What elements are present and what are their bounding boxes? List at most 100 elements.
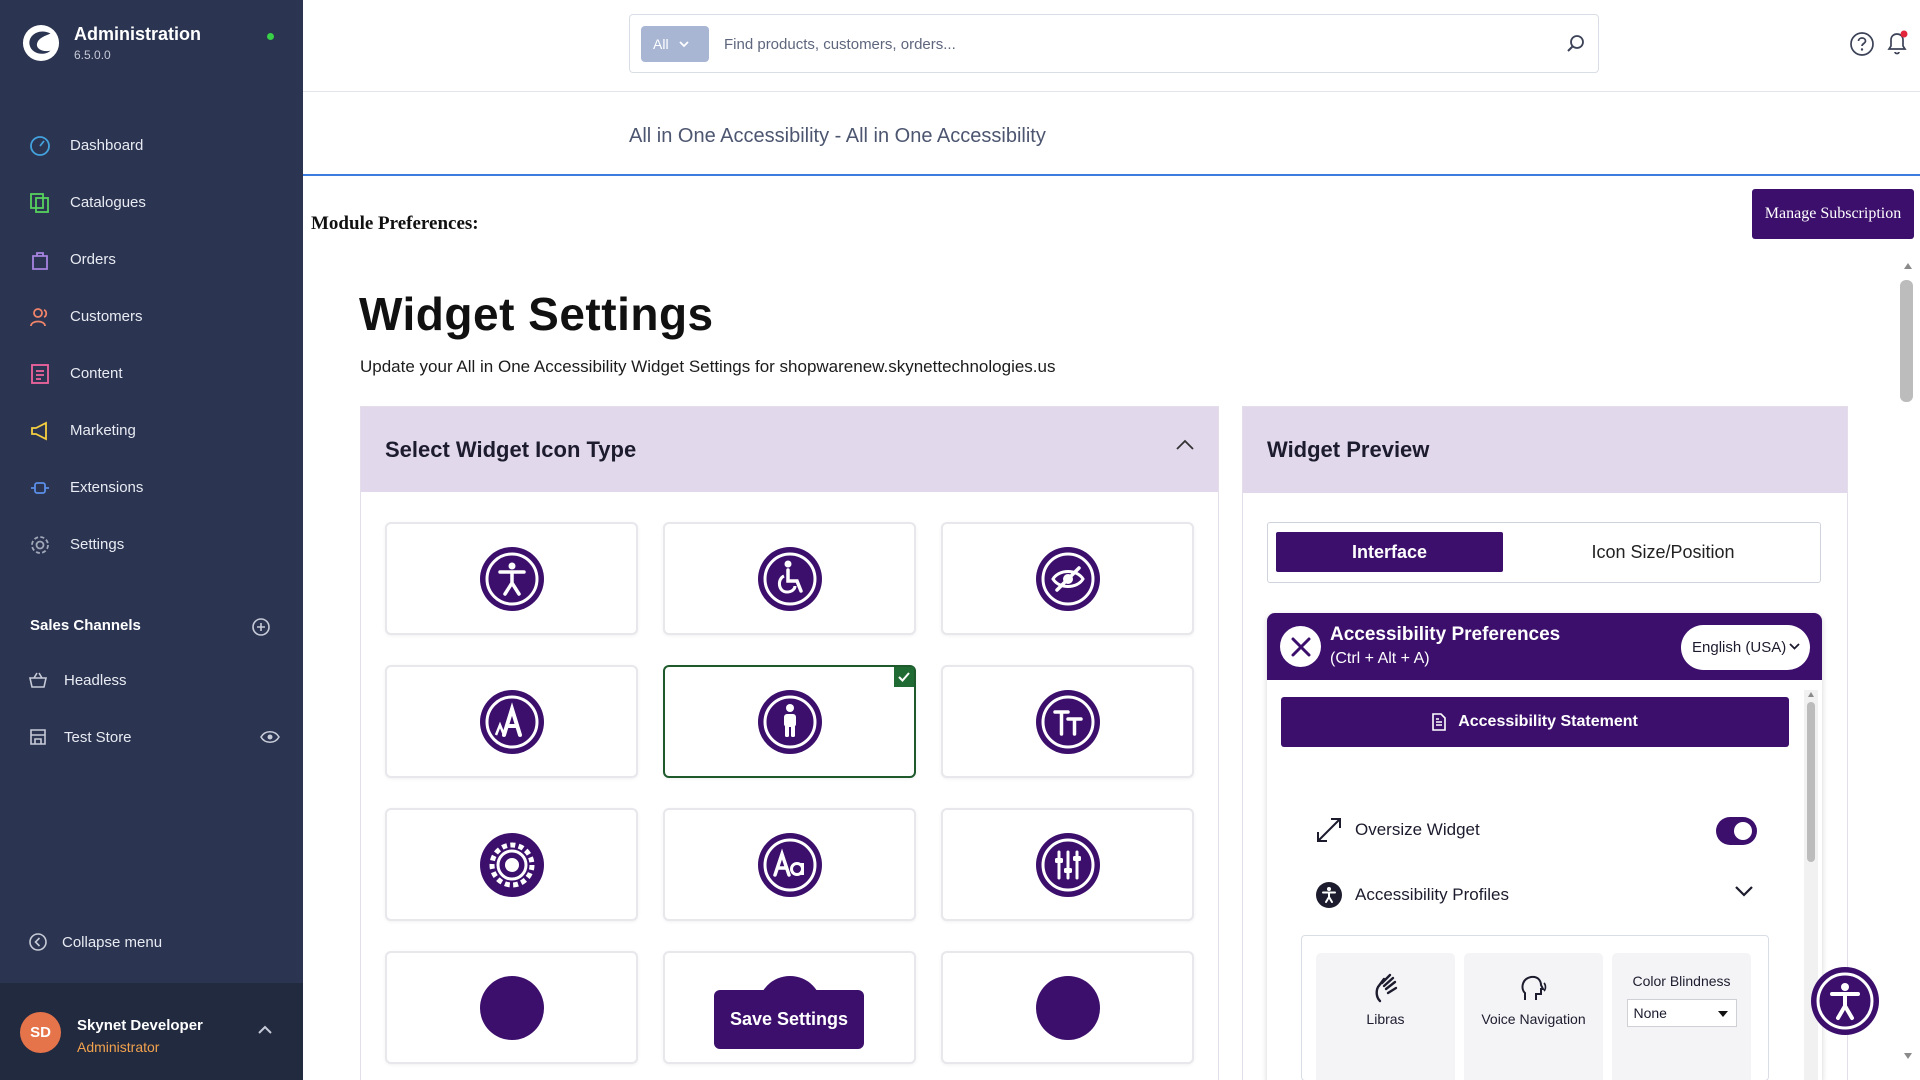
accessibility-statement-button[interactable]: Accessibility Statement <box>1281 697 1789 747</box>
color-blindness-option: Color Blindness None <box>1612 953 1751 1080</box>
nav-item-dashboard[interactable]: Dashboard <box>0 117 303 174</box>
nav-label: Customers <box>70 308 143 325</box>
search-scope-value: All <box>653 36 669 52</box>
language-select[interactable]: English (USA) <box>1681 625 1810 670</box>
preview-tabs: Interface Icon Size/Position <box>1267 522 1821 583</box>
add-sales-channel-icon[interactable] <box>251 617 271 637</box>
icon-option-selected[interactable] <box>663 665 916 778</box>
accessibility-option-icon <box>479 975 544 1040</box>
icon-option[interactable] <box>941 808 1194 921</box>
extensions-icon <box>28 476 52 500</box>
feature-voice-navigation[interactable]: Voice Navigation <box>1464 953 1603 1080</box>
voice-head-icon <box>1521 975 1546 1000</box>
catalogue-icon <box>28 191 52 215</box>
icon-option[interactable] <box>663 808 916 921</box>
icon-option[interactable] <box>385 665 638 778</box>
gear-eye-icon <box>479 832 544 897</box>
sales-channels-heading: Sales Channels <box>30 617 141 634</box>
icon-option[interactable] <box>385 951 638 1064</box>
search-scope-select[interactable]: All <box>641 26 709 62</box>
collapse-menu[interactable]: Collapse menu <box>28 932 162 952</box>
eye-slash-icon <box>1035 546 1100 611</box>
nav-item-content[interactable]: Content <box>0 345 303 402</box>
widget-shortcut: (Ctrl + Alt + A) <box>1330 650 1430 667</box>
accessibility-person-icon <box>479 546 544 611</box>
widget-options-card-inner: Oversize Widget Accessibility Profiles L… <box>1281 780 1789 1080</box>
text-size-icon <box>1035 689 1100 754</box>
accessibility-widget-preview: Accessibility Preferences (Ctrl + Alt + … <box>1267 613 1822 1080</box>
accessibility-profiles-row[interactable]: Accessibility Profiles <box>1315 881 1765 909</box>
user-role: Administrator <box>77 1039 160 1055</box>
help-icon[interactable] <box>1849 31 1875 57</box>
nav-item-orders[interactable]: Orders <box>0 231 303 288</box>
settings-icon <box>28 533 52 557</box>
dashboard-icon <box>28 134 52 158</box>
nav-item-customers[interactable]: Customers <box>0 288 303 345</box>
widget-preview-panel: Widget Preview Interface Icon Size/Posit… <box>1242 406 1848 1080</box>
toggle-knob <box>1734 822 1752 840</box>
shopware-logo-icon <box>22 24 60 62</box>
chevron-up-icon <box>258 1025 272 1034</box>
search-input[interactable] <box>724 26 1544 62</box>
letter-a-icon <box>479 689 544 754</box>
sales-channel-test-store[interactable]: Test Store <box>28 727 280 747</box>
oversize-widget-toggle[interactable] <box>1716 817 1757 845</box>
icon-option[interactable] <box>941 951 1194 1064</box>
feature-libras[interactable]: Libras <box>1316 953 1455 1080</box>
floating-accessibility-button-icon[interactable] <box>1810 966 1880 1036</box>
content-scrollbar-thumb[interactable] <box>1900 280 1913 402</box>
tab-icon-size-position[interactable]: Icon Size/Position <box>1512 532 1814 572</box>
standing-person-icon <box>757 689 822 754</box>
feature-label: Libras <box>1366 1011 1405 1027</box>
nav-label: Catalogues <box>70 194 146 211</box>
nav-item-marketing[interactable]: Marketing <box>0 402 303 459</box>
accessibility-statement-label: Accessibility Statement <box>1458 713 1638 730</box>
notifications-bell-icon[interactable] <box>1884 29 1910 57</box>
sign-language-icon <box>1374 973 1397 1003</box>
global-search: All <box>629 14 1599 73</box>
nav-item-catalogues[interactable]: Catalogues <box>0 174 303 231</box>
customers-icon <box>28 305 52 329</box>
feature-options-box: Libras Voice Navigation Color Blindness … <box>1301 935 1769 1080</box>
icon-option[interactable] <box>941 665 1194 778</box>
widget-header: Accessibility Preferences (Ctrl + Alt + … <box>1267 613 1822 680</box>
widget-close-button[interactable] <box>1280 626 1321 667</box>
sales-channel-headless[interactable]: Headless <box>28 670 278 690</box>
scroll-down-icon[interactable] <box>1904 1053 1912 1059</box>
widget-options-card: Oversize Widget Accessibility Profiles L… <box>1281 780 1789 1080</box>
accessibility-option-icon <box>1035 975 1100 1040</box>
avatar: SD <box>20 1012 61 1053</box>
user-menu[interactable]: SD Skynet Developer Administrator <box>0 983 303 1080</box>
brand[interactable]: Administration 6.5.0.0 <box>22 24 201 62</box>
save-settings-button[interactable]: Save Settings <box>714 990 864 1049</box>
nav-label: Extensions <box>70 479 144 496</box>
color-blindness-label: Color Blindness <box>1632 973 1731 989</box>
nav-label: Orders <box>70 251 116 268</box>
nav-item-extensions[interactable]: Extensions <box>0 459 303 516</box>
tab-interface[interactable]: Interface <box>1276 532 1503 572</box>
marketing-icon <box>28 419 52 443</box>
top-bar: All <box>303 0 1920 92</box>
scroll-up-icon[interactable] <box>1904 263 1912 269</box>
widget-body: Accessibility Statement Oversize Widget <box>1267 680 1822 1080</box>
main-nav: Dashboard Catalogues Orders Customers Co… <box>0 117 303 573</box>
icon-type-panel-header[interactable]: Select Widget Icon Type <box>361 407 1218 492</box>
widget-preview-title: Widget Preview <box>1267 437 1430 462</box>
collapse-menu-label: Collapse menu <box>62 933 163 951</box>
color-blindness-select[interactable]: None <box>1626 999 1737 1027</box>
icon-option[interactable] <box>663 522 916 635</box>
language-value: English (USA) <box>1692 639 1787 656</box>
nav-label: Settings <box>70 536 125 553</box>
widget-settings-subtitle: Update your All in One Accessibility Wid… <box>360 357 1056 376</box>
widget-scroll-up-icon[interactable] <box>1808 692 1814 697</box>
accessibility-profiles-label: Accessibility Profiles <box>1355 885 1509 904</box>
icon-option[interactable] <box>385 808 638 921</box>
manage-subscription-button[interactable]: Manage Subscription <box>1752 189 1914 239</box>
widget-scrollbar-thumb[interactable] <box>1807 702 1815 862</box>
nav-item-settings[interactable]: Settings <box>0 516 303 573</box>
chevron-down-icon <box>1789 643 1800 650</box>
icon-option[interactable] <box>385 522 638 635</box>
search-icon[interactable] <box>1565 33 1587 55</box>
icon-option[interactable] <box>941 522 1194 635</box>
eye-icon[interactable] <box>260 730 280 744</box>
